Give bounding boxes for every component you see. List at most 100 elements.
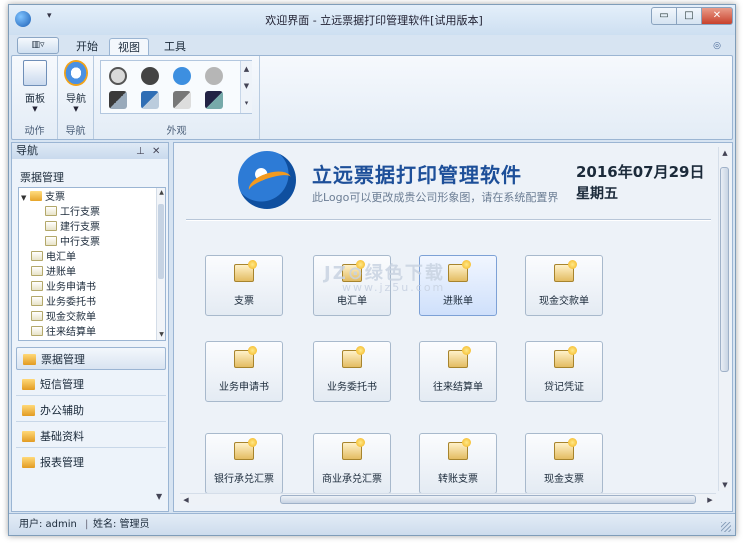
quick-access-dropdown-icon[interactable]: ▾ — [47, 11, 52, 21]
nav-close-icon[interactable]: ✕ — [152, 144, 160, 160]
tree-item-business-commission[interactable]: 业务委托书 — [31, 295, 96, 310]
bill-icon — [234, 346, 257, 368]
logo-hint: 此Logo可以更改成贵公司形象图，请在系统配置界 — [312, 191, 559, 204]
skin-dark-icon[interactable] — [109, 91, 127, 109]
panel-button[interactable]: 面板 ▼ — [19, 60, 51, 116]
tab-view[interactable]: 视图 — [109, 38, 149, 56]
skin-office-blue-icon[interactable] — [141, 91, 159, 109]
tile-cash-payment[interactable]: 现金交款单 — [525, 255, 603, 316]
skin-black-icon[interactable] — [141, 67, 159, 85]
bill-icon — [448, 260, 471, 282]
scroll-up-icon[interactable]: ▲ — [719, 147, 731, 159]
minimize-button[interactable]: ▭ — [651, 7, 677, 25]
nav-configure-icon[interactable]: ▼ — [156, 492, 162, 501]
folder-icon — [22, 405, 35, 416]
header-divider — [186, 219, 711, 221]
tile-business-commission[interactable]: 业务委托书 — [313, 341, 391, 402]
window-title: 欢迎界面 - 立远票据打印管理软件[试用版本] — [265, 14, 483, 27]
tile-bank-acceptance[interactable]: 银行承兑汇票 — [205, 433, 283, 494]
current-date: 2016年07月29日 — [576, 163, 705, 181]
ribbon-group-navigation: 导航 ▼ 导航 — [58, 56, 94, 139]
skin-office-black-icon[interactable] — [205, 91, 223, 109]
tree-item-boc-cheque[interactable]: 中行支票 — [45, 235, 100, 250]
tile-cash-cheque[interactable]: 现金支票 — [525, 433, 603, 494]
document-icon — [45, 206, 57, 216]
status-bar: 用户: admin | 姓名: 管理员 — [9, 513, 735, 535]
scroll-right-icon[interactable]: ▶ — [704, 494, 716, 506]
tree-item-label: 支票 — [45, 192, 65, 203]
tree-scrollbar[interactable]: ▲ ▼ — [156, 188, 165, 340]
gallery-scroll[interactable]: ▲ ▼ ▾ — [240, 61, 252, 113]
tile-transfer-cheque[interactable]: 转账支票 — [419, 433, 497, 494]
watermark-url: www.jz5u.com — [342, 281, 446, 294]
nav-header: 导航 ⊥ ✕ — [12, 143, 168, 159]
folder-icon — [22, 431, 35, 442]
nav-button-office-assistant[interactable]: 办公辅助 — [16, 399, 166, 422]
main-vertical-scrollbar[interactable]: ▲ ▼ — [718, 147, 730, 491]
help-icon[interactable]: ◎ — [711, 40, 723, 52]
tree-item-label: 业务委托书 — [46, 297, 96, 308]
nav-button-label: 办公辅助 — [40, 404, 84, 417]
status-user: 用户: admin — [19, 519, 77, 530]
nav-button-report-management[interactable]: 报表管理 — [16, 451, 166, 474]
bill-icon — [554, 260, 577, 282]
scroll-down-icon[interactable]: ▼ — [157, 330, 165, 340]
tile-cheque[interactable]: 支票 — [205, 255, 283, 316]
horizontal-scroll-thumb[interactable] — [280, 495, 696, 504]
tab-tools[interactable]: 工具 — [157, 38, 193, 56]
bill-icon — [342, 346, 365, 368]
bill-tree: ▼ 支票 工行支票 建行支票 中行支票 电汇单 进账单 业务申请书 业务委托书 现… — [18, 187, 166, 341]
collapse-icon[interactable]: ▼ — [21, 191, 29, 206]
document-icon — [31, 251, 43, 261]
tile-business-application[interactable]: 业务申请书 — [205, 341, 283, 402]
tree-scroll-thumb[interactable] — [158, 204, 164, 279]
scroll-down-icon[interactable]: ▼ — [719, 479, 731, 491]
app-logo-icon[interactable] — [15, 11, 31, 27]
tile-credit-voucher[interactable]: 贷记凭证 — [525, 341, 603, 402]
tree-item-label: 业务申请书 — [46, 282, 96, 293]
tree-item-cheque[interactable]: ▼ 支票 — [21, 190, 65, 205]
tab-start[interactable]: 开始 — [69, 38, 105, 56]
tree-item-label: 电汇单 — [46, 252, 76, 263]
pin-icon[interactable]: ⊥ — [136, 144, 145, 160]
tree-item-deposit-slip[interactable]: 进账单 — [31, 265, 76, 280]
tree-item-cash-payment[interactable]: 现金交款单 — [31, 310, 96, 325]
document-icon — [31, 296, 43, 306]
nav-button-bill-management[interactable]: 票据管理 — [16, 347, 166, 370]
close-button[interactable]: ✕ — [701, 7, 733, 25]
skin-silver-icon[interactable] — [109, 67, 127, 85]
bill-icon — [234, 438, 257, 460]
tree-item-ccb-cheque[interactable]: 建行支票 — [45, 220, 100, 235]
application-menu-button[interactable]: ▥▿ — [17, 37, 59, 54]
group-label-navigation: 导航 — [65, 126, 86, 137]
vertical-scroll-thumb[interactable] — [720, 167, 729, 372]
nav-button-basic-data[interactable]: 基础资料 — [16, 425, 166, 448]
document-icon — [31, 326, 43, 336]
tree-item-icbc-cheque[interactable]: 工行支票 — [45, 205, 100, 220]
tile-label: 业务委托书 — [327, 382, 377, 393]
tree-item-business-application[interactable]: 业务申请书 — [31, 280, 96, 295]
main-horizontal-scrollbar[interactable]: ◀ ▶ — [180, 493, 716, 505]
navigation-button[interactable]: 导航 ▼ — [60, 60, 92, 116]
tree-item-wire-transfer[interactable]: 电汇单 — [31, 250, 76, 265]
current-weekday: 星期五 — [576, 186, 618, 202]
tree-item-settlement[interactable]: 往来结算单 — [31, 325, 96, 340]
resize-grip-icon[interactable] — [721, 522, 731, 532]
scroll-up-icon[interactable]: ▲ — [157, 188, 165, 198]
skin-gray-icon[interactable] — [205, 67, 223, 85]
scroll-left-icon[interactable]: ◀ — [180, 494, 192, 506]
skin-blue-icon[interactable] — [173, 67, 191, 85]
bill-icon — [234, 260, 257, 282]
navigation-dropdown-icon: ▼ — [73, 105, 79, 113]
skin-office-silver-icon[interactable] — [173, 91, 191, 109]
nav-header-title: 导航 — [16, 144, 38, 157]
bill-icon — [448, 346, 471, 368]
tile-commercial-acceptance[interactable]: 商业承兑汇票 — [313, 433, 391, 494]
ribbon-tabs: ▥▿ 开始 视图 工具 ◎ — [9, 35, 735, 56]
nav-button-sms-management[interactable]: 短信管理 — [16, 373, 166, 396]
group-label-appearance: 外观 — [166, 126, 187, 137]
folder-icon — [22, 379, 35, 390]
tile-settlement[interactable]: 往来结算单 — [419, 341, 497, 402]
nav-button-label: 短信管理 — [40, 378, 84, 391]
maximize-button[interactable]: □ — [676, 7, 702, 25]
